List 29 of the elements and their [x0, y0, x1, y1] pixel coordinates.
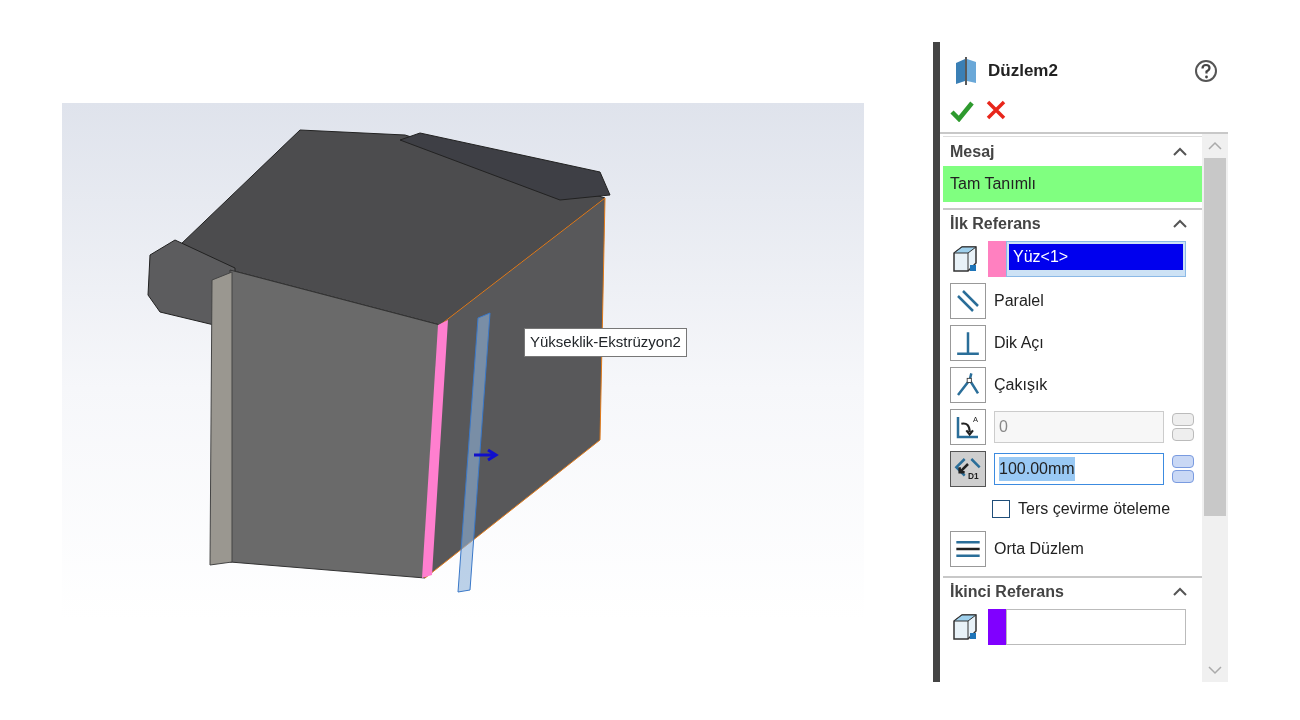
ok-check-icon[interactable]: [950, 100, 974, 122]
option-label: Orta Düzlem: [994, 539, 1084, 559]
status-message: Tam Tanımlı: [943, 166, 1202, 202]
cube-icon: [950, 612, 980, 642]
checkbox-label: Ters çevirme öteleme: [1018, 499, 1171, 519]
section-title[interactable]: Mesaj: [950, 139, 995, 164]
help-icon[interactable]: [1194, 59, 1218, 83]
collapse-chevron-icon[interactable]: [1172, 219, 1188, 229]
section-title[interactable]: İlk Referans: [950, 212, 1041, 236]
cube-icon: [950, 244, 980, 274]
plane-icon: [954, 57, 978, 85]
section-title[interactable]: İkinci Referans: [950, 580, 1064, 604]
selection-field[interactable]: [1006, 609, 1186, 645]
panel-title: Düzlem2: [988, 60, 1058, 83]
checkbox[interactable]: [992, 500, 1010, 518]
tooltip: Yükseklik-Ekstrüzyon2: [524, 328, 687, 357]
collapse-chevron-icon[interactable]: [1172, 146, 1188, 157]
collapse-chevron-icon[interactable]: [1172, 587, 1188, 597]
option-label: Dik Açı: [994, 333, 1044, 353]
parallel-lines-button[interactable]: [950, 283, 986, 319]
option-label: Paralel: [994, 291, 1044, 311]
spin-arrows[interactable]: [1172, 455, 1194, 483]
selection-field[interactable]: Yüz<1>: [1006, 241, 1186, 277]
option-label: Çakışık: [994, 375, 1048, 395]
close-icon[interactable]: [986, 100, 1006, 120]
intersecting-lines-button[interactable]: [950, 367, 986, 403]
mid-plane-button[interactable]: [950, 531, 986, 567]
perpendicular-button[interactable]: [950, 325, 986, 361]
number-field[interactable]: 100.00mm: [994, 453, 1164, 485]
